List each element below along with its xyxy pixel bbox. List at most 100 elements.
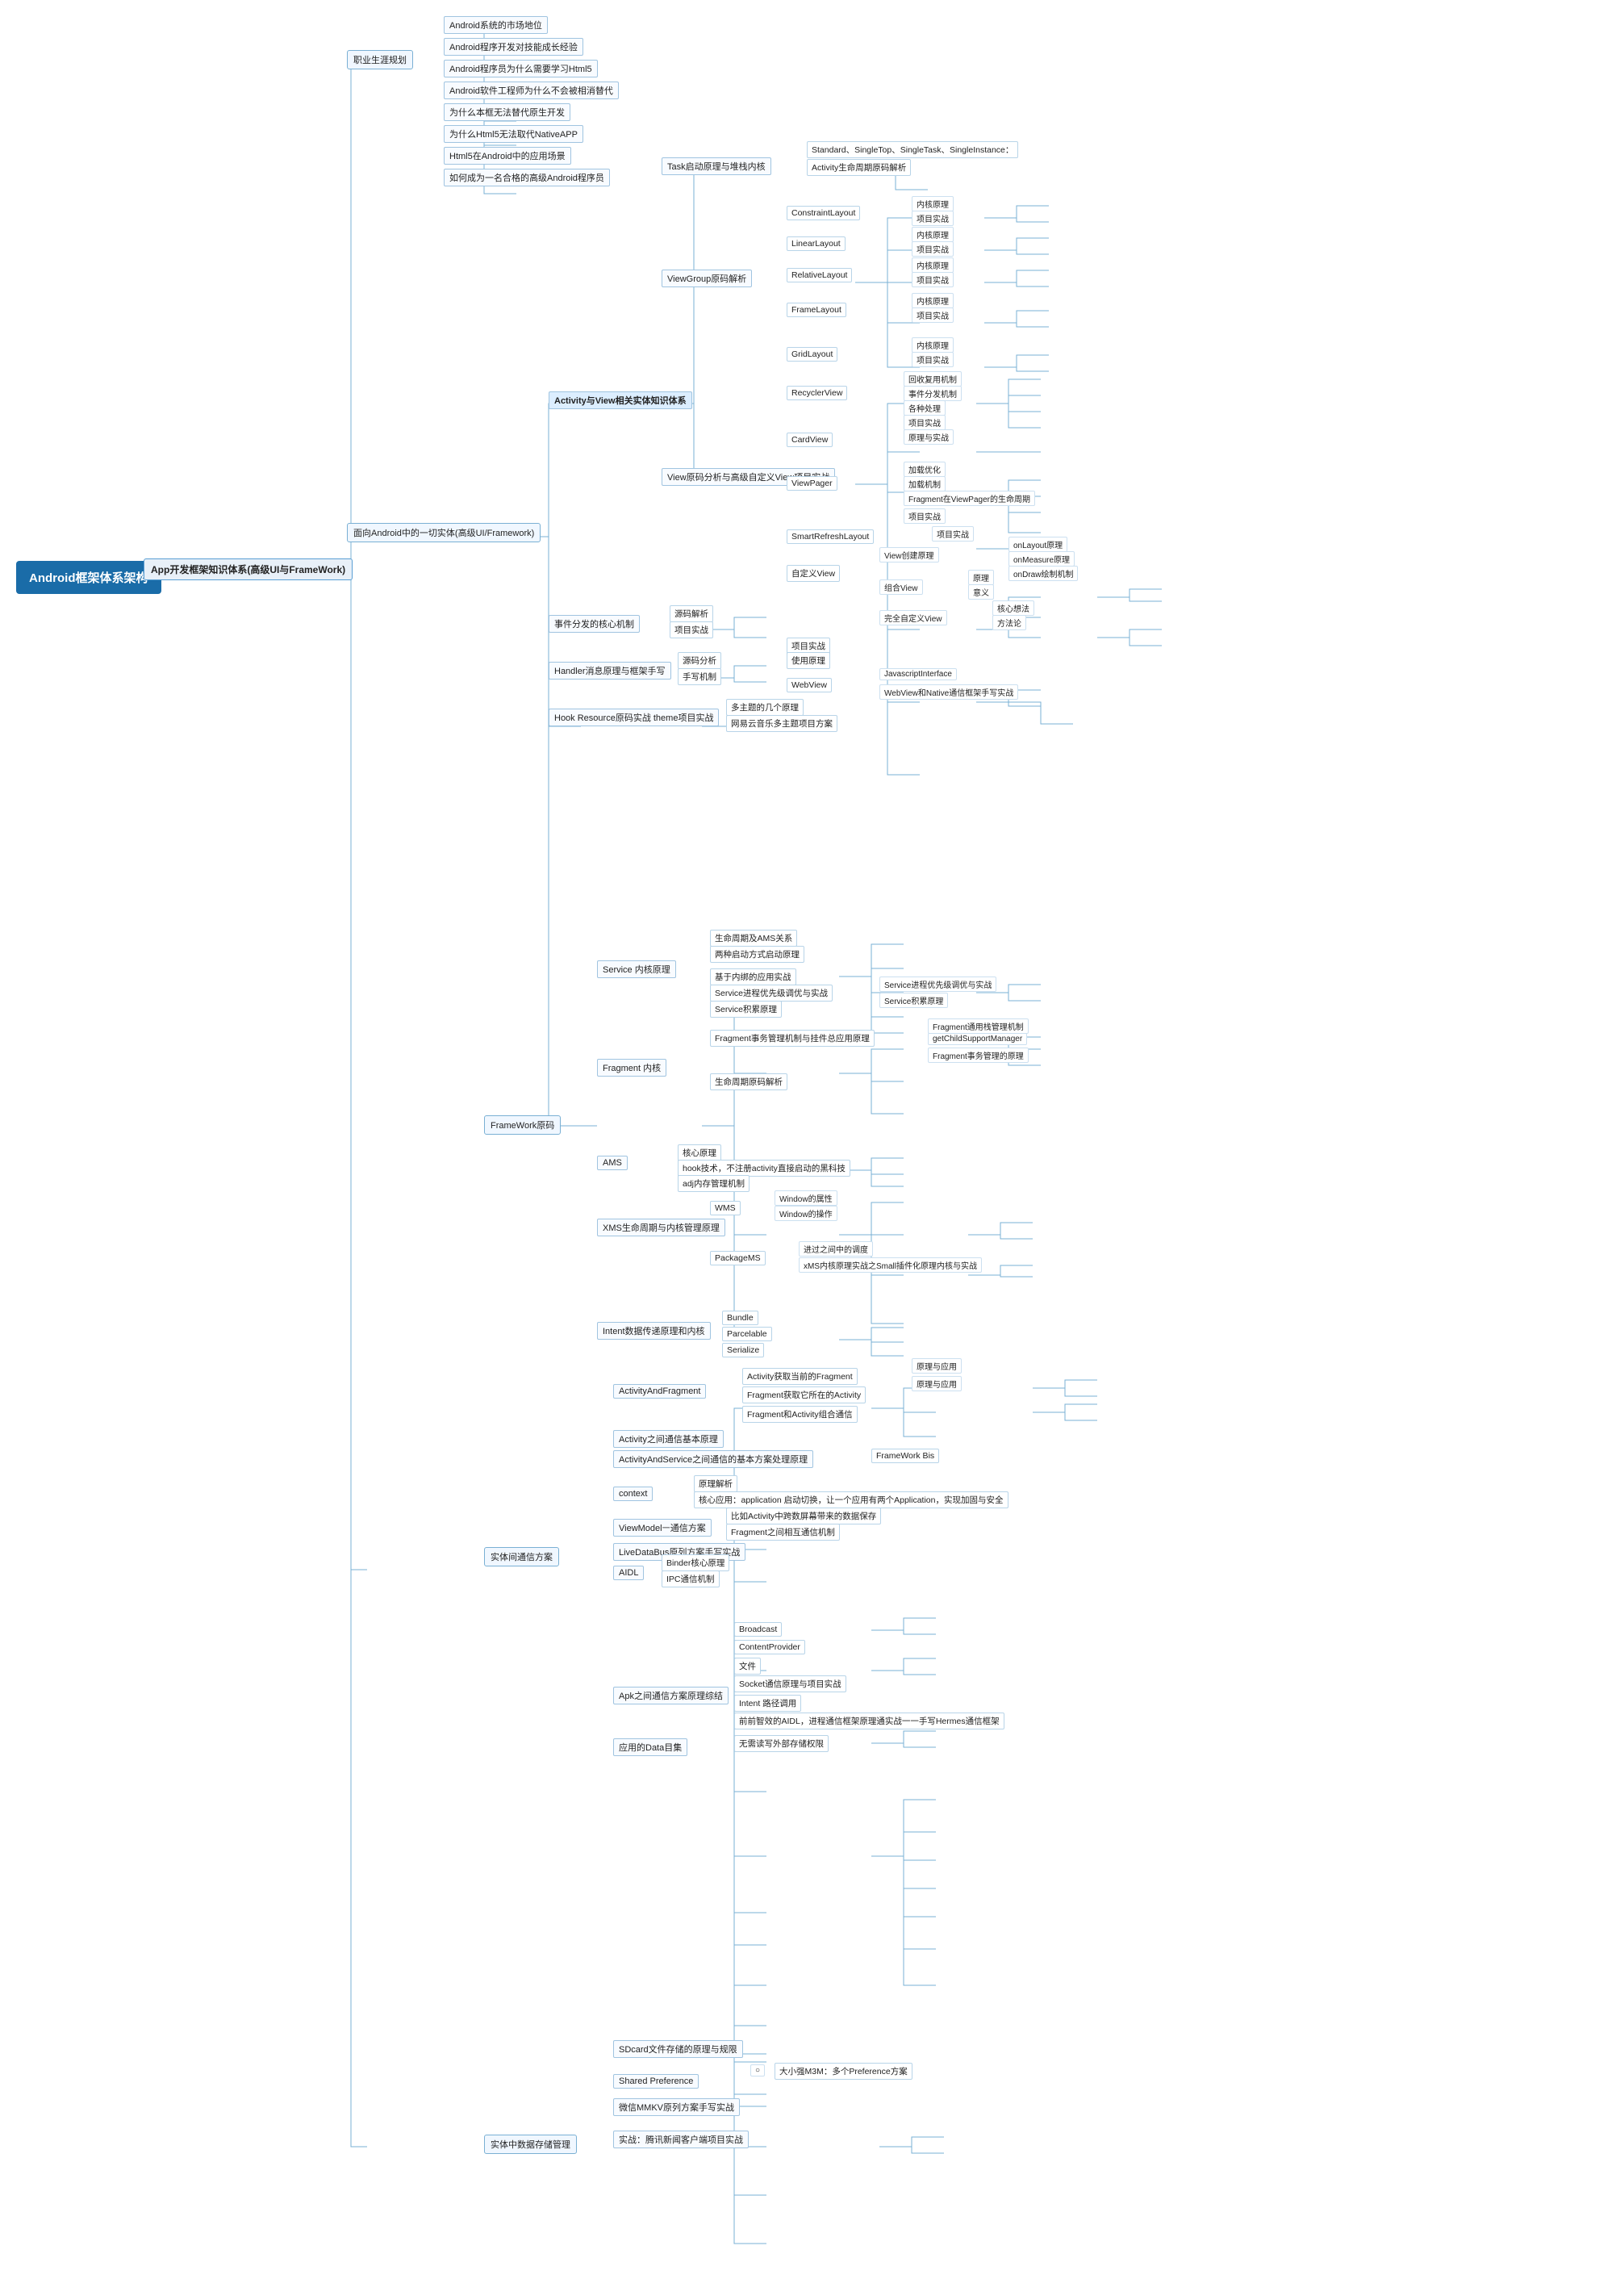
l5-vp-proj: 项目实战	[904, 508, 946, 524]
l4-task-std: Standard、SingleTop、SingleTask、SingleInst…	[807, 141, 1018, 158]
l5-fc-idea: 核心想法	[992, 600, 1034, 616]
l4-context-core: 核心应用：application 启动切换，让一个应用有两个Applicatio…	[694, 1491, 1008, 1508]
l5-pkg-small: xMS内核原理实战之Small插件化原理内核与实战	[799, 1257, 982, 1273]
l2-component-comm: 实体间通信方案	[484, 1547, 559, 1566]
l4-viewpager: ViewPager	[787, 476, 837, 491]
l5-frag-manager: Fragment通用栈管理机制	[928, 1018, 1029, 1034]
l3-fragment: Fragment 内核	[597, 1059, 666, 1077]
l3-xms: XMS生命周期与内核管理原理	[597, 1219, 725, 1236]
l4-event-analysis: 源码解析	[670, 605, 713, 622]
l5-rv-reuse: 回收复用机制	[904, 371, 962, 387]
l5-combo-principle: 原理	[968, 570, 994, 585]
l5-vp-lifecycle: Fragment在ViewPager的生命周期	[904, 491, 1035, 506]
l1-app-framework-label: App开发框架知识体系(高级UI与FrameWork)	[151, 564, 345, 575]
l3-act-frag: ActivityAndFragment	[613, 1384, 706, 1399]
l4-serialize: Serialize	[722, 1343, 764, 1357]
l4-service-proc: Service进程优先级调优与实战	[710, 985, 833, 1002]
l3-task: Task启动原理与堆栈内核	[662, 157, 771, 175]
l5-pkg-ipc: 进过之间中的调度	[799, 1241, 873, 1257]
l5-combo-def: 意义	[968, 584, 994, 600]
l4-parcelable: Parcelable	[722, 1327, 772, 1341]
career-item-1: Android系统的市场地位	[444, 16, 548, 34]
l5-fc-method: 方法论	[992, 615, 1026, 630]
l1-app-framework: App开发框架知识体系(高级UI与FrameWork)	[144, 558, 353, 580]
l4-sp-3m: 大小强M3M：多个Preference方案	[775, 2063, 912, 2080]
l2-data-storage-label: 实体中数据存储管理	[491, 2140, 570, 2150]
l5-sp-dot: ○	[750, 2064, 765, 2076]
mind-map: Android框架体系架构 App开发框架知识体系(高级UI与FrameWork…	[0, 0, 1616, 2296]
l5-ondraw: onDraw绘制机制	[1008, 566, 1078, 581]
l3-demo: 实战：腾讯新闻客户端项目实战	[613, 2131, 749, 2148]
l5-afg-p2: 原理与应用	[912, 1376, 962, 1391]
l3-viewgroup: ViewGroup原码解析	[662, 270, 752, 287]
l4-ams-hook: hook技术，不注册activity直接启动的黑科技	[678, 1160, 850, 1177]
l5-vp-lazy: 加载优化	[904, 462, 946, 477]
l4-service-ams: 生命周期及AMS关系	[710, 930, 797, 947]
l4-handler-write: 手写机制	[678, 668, 721, 685]
l5-cv-proj: 原理与实战	[904, 429, 954, 445]
l4-service-mem: Service积累原理	[710, 1001, 782, 1018]
career-item-7: Html5在Android中的应用场景	[444, 147, 571, 165]
l5-vp-mech: 加载机制	[904, 476, 946, 491]
career-item-5: 为什么本框无法替代原生开发	[444, 103, 570, 121]
l3-activity-view: Activity与View相关实体知识体系	[549, 391, 692, 409]
l4-recyclerview: RecyclerView	[787, 386, 847, 400]
framework-bis-label: FrameWork Bis	[876, 1451, 934, 1461]
l4-grid: GridLayout	[787, 347, 837, 362]
l4-aidl-binder: Binder核心原理	[662, 1554, 729, 1571]
l4-broadcast: Broadcast	[734, 1622, 782, 1637]
l5-sp1: Service进程优先级调优与实战	[879, 977, 996, 992]
l5-linear-proj: 项目实战	[912, 241, 954, 257]
l2-framework: FrameWork原码	[484, 1115, 561, 1135]
l3-sdcard: SDcard文件存储的原理与规限	[613, 2040, 743, 2058]
l5-frag-child: getChildSupportManager	[928, 1033, 1027, 1045]
l5-view-create: View创建原理	[879, 547, 939, 562]
l4-service-inner: 基于内绑的应用实战	[710, 968, 796, 985]
l4-aidl-ipc: IPC通信机制	[662, 1570, 720, 1587]
l5-combo-view: 组合View	[879, 579, 923, 595]
l4-frame: FrameLayout	[787, 303, 846, 317]
l5-grid-inner: 内核原理	[912, 337, 954, 353]
l3-service: Service 内核原理	[597, 960, 676, 978]
l5-js-interface: JavascriptInterface	[879, 668, 957, 680]
l4-bundle: Bundle	[722, 1311, 758, 1325]
l4-activity-lifecycle: Activity生命周期原码解析	[807, 159, 911, 176]
l3-app-data: 应用的Data目集	[613, 1738, 687, 1756]
l2-career-label: 职业生涯规划	[353, 56, 407, 65]
l5-grid-proj: 项目实战	[912, 352, 954, 367]
l4-webview: WebView	[787, 678, 832, 692]
l4-ams-core: 核心原理	[678, 1144, 721, 1161]
l4-service-start: 两种启动方式启动原理	[710, 946, 804, 963]
l3-viewmodel: ViewModelㅡ通信方案	[613, 1519, 712, 1537]
l5-onmeasure: onMeasure原理	[1008, 551, 1075, 567]
career-item-3: Android程序员为什么需要学习Html5	[444, 60, 598, 77]
l4-act-get-frag: Activity获取当前的Fragment	[742, 1368, 858, 1385]
l5-sp2: Service积累原理	[879, 993, 948, 1008]
l4-framework-bis: FrameWork Bis	[871, 1449, 939, 1463]
l3-ams: AMS	[597, 1156, 628, 1170]
l4-intent-route: Intent 路径调用	[734, 1695, 801, 1712]
l4-frag-get-act: Fragment获取它所在的Activity	[742, 1386, 866, 1403]
l5-constraint-proj: 项目实战	[912, 211, 954, 226]
root-node: Android框架体系架构	[16, 561, 161, 594]
l3-mmkv: 微信MMKV原列方案手写实战	[613, 2098, 740, 2116]
l5-wms-ops: Window的操作	[775, 1206, 837, 1221]
l4-ams-mem: adj内存管理机制	[678, 1175, 750, 1192]
l4-fragment-mgr: Fragment事务管理机制与挂件总应用原理	[710, 1030, 875, 1047]
l2-career: 职业生涯规划	[347, 50, 413, 69]
l4-hook-multi: 多主题的几个原理	[726, 699, 804, 716]
l4-vm-activity: 比如Activity中跨数屏幕带来的数据保存	[726, 1508, 881, 1524]
l3-event: 事件分发的核心机制	[549, 615, 640, 633]
l4-fragment-lifecycle: 生命周期原码解析	[710, 1073, 787, 1090]
l3-intent: Intent数据传递原理和内核	[597, 1322, 711, 1340]
l4-event-proj: 项目实战	[670, 621, 713, 638]
l5-frag-principle: Fragment事务管理的原理	[928, 1048, 1029, 1063]
l5-frame-proj: 项目实战	[912, 307, 954, 323]
l5-full-custom: 完全自定义View	[879, 610, 947, 625]
l4-hook-cloud: 网易云音乐多主题项目方案	[726, 715, 837, 732]
l2-component-comm-label: 实体间通信方案	[491, 1553, 553, 1562]
connector-lines	[0, 0, 1616, 2296]
l3-apk-comm: Apk之间通信方案原理综结	[613, 1687, 729, 1704]
l2-data-storage: 实体中数据存储管理	[484, 2135, 577, 2154]
l5-wms-window: Window的属性	[775, 1190, 837, 1206]
